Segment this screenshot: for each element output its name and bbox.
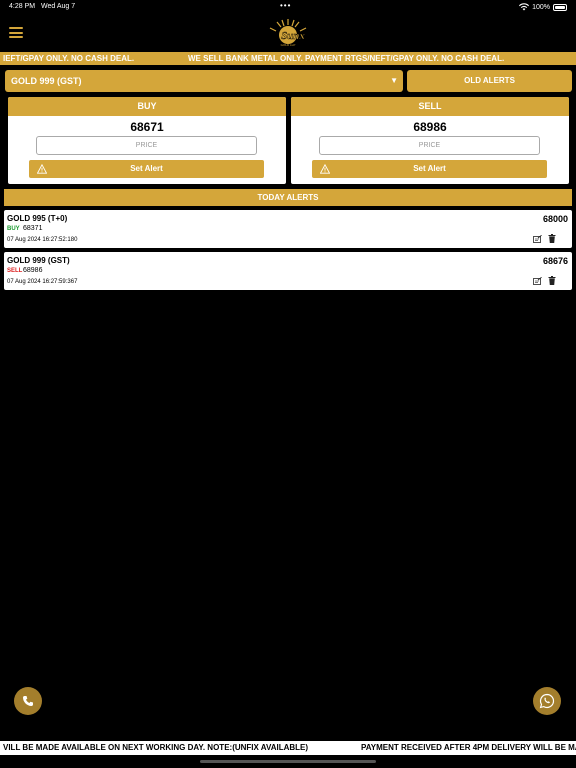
- buy-panel-title: BUY: [8, 97, 286, 116]
- caret-down-icon: ▼: [390, 76, 398, 85]
- alert-item: GOLD 995 (T+0) BUY 68371 07 Aug 2024 16:…: [4, 210, 572, 248]
- alert-product-name: GOLD 999 (GST): [7, 256, 70, 265]
- alert-target-price: 68000: [542, 214, 568, 224]
- marquee-top-segment: IEFT/GPAY ONLY. NO CASH DEAL.: [3, 54, 135, 63]
- alert-side: SELL: [7, 268, 23, 274]
- alert-item: GOLD 999 (GST) SELL 68986 07 Aug 2024 16…: [4, 252, 572, 290]
- marquee-top: IEFT/GPAY ONLY. NO CASH DEAL. WE SELL BA…: [0, 52, 576, 65]
- status-right: 100%: [519, 3, 567, 11]
- alert-product-name: GOLD 995 (T+0): [7, 214, 68, 223]
- multitask-dots-icon[interactable]: •••: [280, 1, 291, 10]
- alert-side-value: 68371: [23, 225, 43, 232]
- status-time: 4:28 PM: [9, 3, 36, 10]
- today-alerts-header: TODAY ALERTS: [4, 189, 572, 206]
- battery-icon: [553, 3, 567, 11]
- trash-icon[interactable]: [548, 276, 556, 285]
- sell-set-alert-button[interactable]: Set Alert: [312, 160, 547, 178]
- whatsapp-icon: [539, 693, 555, 709]
- wifi-icon: [519, 3, 530, 11]
- phone-icon: [23, 696, 33, 706]
- marquee-bottom-segment: VILL BE MADE AVAILABLE ON NEXT WORKING D…: [3, 743, 309, 752]
- buy-set-alert-button[interactable]: Set Alert: [29, 160, 264, 178]
- edit-icon[interactable]: [533, 235, 542, 243]
- hamburger-icon: [9, 27, 23, 29]
- sell-panel-title: SELL: [291, 97, 569, 116]
- whatsapp-button[interactable]: [533, 687, 561, 715]
- sell-set-alert-label: Set Alert: [413, 164, 446, 173]
- svg-text:GOLD LLP: GOLD LLP: [281, 43, 296, 47]
- marquee-top-segment: WE SELL BANK METAL ONLY. PAYMENT RTGS/NE…: [188, 54, 505, 63]
- marquee-bottom: VILL BE MADE AVAILABLE ON NEXT WORKING D…: [0, 741, 576, 755]
- alert-target-price: 68676: [542, 256, 568, 266]
- sell-price: 68986: [413, 120, 447, 134]
- old-alerts-button[interactable]: OLD ALERTS: [407, 70, 572, 92]
- battery-percent: 100%: [532, 3, 550, 11]
- menu-button[interactable]: [9, 27, 23, 38]
- trash-icon[interactable]: [548, 234, 556, 243]
- sunx-logo: Sunx GOLD LLP: [269, 19, 307, 47]
- warning-icon: [37, 164, 47, 174]
- buy-price-input[interactable]: [36, 136, 257, 155]
- home-indicator[interactable]: [200, 760, 376, 763]
- alert-side: BUY: [7, 226, 20, 232]
- buy-panel: BUY 68671 Set Alert: [8, 97, 286, 184]
- alert-side-value: 68986: [23, 267, 43, 274]
- sell-price-input[interactable]: [319, 136, 540, 155]
- sell-panel: SELL 68986 Set Alert: [291, 97, 569, 184]
- marquee-bottom-segment: PAYMENT RECEIVED AFTER 4PM DELIVERY WILL…: [361, 743, 576, 752]
- svg-text:Sunx: Sunx: [281, 30, 305, 42]
- alert-timestamp: 07 Aug 2024 16:27:59:367: [7, 279, 78, 285]
- warning-icon: [320, 164, 330, 174]
- buy-set-alert-label: Set Alert: [130, 164, 163, 173]
- alert-timestamp: 07 Aug 2024 16:27:52:180: [7, 237, 78, 243]
- buy-price: 68671: [130, 120, 164, 134]
- status-bar: 4:28 PM Wed Aug 7 ••• 100%: [0, 0, 576, 14]
- product-select[interactable]: GOLD 999 (GST) ▼: [5, 70, 403, 92]
- status-date: Wed Aug 7: [41, 3, 76, 10]
- product-select-value: GOLD 999 (GST): [11, 76, 82, 86]
- edit-icon[interactable]: [533, 277, 542, 285]
- call-button[interactable]: [14, 687, 42, 715]
